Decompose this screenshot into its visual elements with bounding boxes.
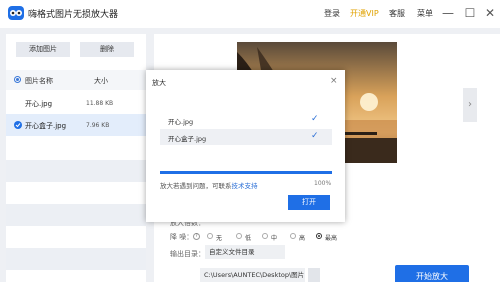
denoise-option: 最高: [325, 235, 338, 242]
file-row[interactable]: 开心.jpg 11.88 KB: [6, 92, 146, 114]
next-image-button[interactable]: ›: [463, 88, 477, 122]
tech-support-link[interactable]: 技术支持: [232, 182, 258, 190]
file-list-panel: 添加图片 删除 图片名称 大小 开心.jpg 11.88 KB 开心盒子.jpg…: [6, 34, 146, 282]
check-icon: ✓: [311, 114, 319, 124]
progress-percent: 100%: [314, 180, 332, 187]
dialog-list-item: 开心.jpg ✓: [160, 112, 332, 128]
app-title: 嗨格式图片无损放大器: [28, 10, 119, 20]
title-bar: 嗨格式图片无损放大器 登录 开通VIP 客服 菜单 — ☐ ✕: [0, 0, 500, 28]
denoise-radio-none[interactable]: [207, 233, 213, 239]
menu-link[interactable]: 菜单: [417, 8, 433, 19]
denoise-option: 高: [299, 235, 306, 242]
denoise-option: 无: [216, 235, 223, 242]
output-path-field[interactable]: C:\Users\AUNTEC\Desktop\图片\: [200, 268, 305, 282]
file-name: 开心盒子.jpg: [25, 122, 67, 130]
dialog-file-name: 开心盒子.jpg: [168, 135, 207, 143]
start-enlarge-button[interactable]: 开始放大: [395, 265, 469, 282]
enlarge-dialog: 放大 × 开心.jpg ✓ 开心盒子.jpg ✓ 放大若遇到问题，可联系技术支持…: [146, 70, 345, 222]
maximize-icon[interactable]: ☐: [462, 5, 478, 21]
browse-button[interactable]: [308, 268, 320, 282]
denoise-radio-high[interactable]: [290, 233, 296, 239]
denoise-radio-mid[interactable]: [262, 233, 268, 239]
select-all-radio[interactable]: [14, 76, 21, 83]
dialog-list-item: 开心盒子.jpg ✓: [160, 129, 332, 145]
denoise-label: 降 噪：: [170, 233, 194, 241]
message-text: 放大若遇到问题，可联系: [160, 182, 232, 190]
close-icon[interactable]: ✕: [482, 5, 498, 21]
denoise-radio-max[interactable]: [316, 233, 322, 239]
file-size: 11.88 KB: [86, 100, 114, 107]
column-name: 图片名称: [25, 77, 53, 85]
minimize-icon[interactable]: —: [440, 5, 456, 21]
progress-bar: [160, 171, 332, 174]
file-row[interactable]: 开心盒子.jpg 7.96 KB: [6, 114, 146, 136]
check-icon: ✓: [311, 131, 319, 141]
add-image-button[interactable]: 添加图片: [16, 42, 70, 57]
file-name: 开心.jpg: [25, 100, 53, 108]
dialog-close-icon[interactable]: ×: [330, 76, 338, 86]
vip-link[interactable]: 开通VIP: [350, 8, 379, 19]
dialog-message: 放大若遇到问题，可联系技术支持: [160, 180, 258, 190]
empty-row: [6, 160, 146, 182]
empty-row: [6, 204, 146, 226]
progress-fill: [160, 171, 332, 174]
delete-button[interactable]: 删除: [80, 42, 134, 57]
output-label: 输出目录：: [170, 250, 205, 258]
login-link[interactable]: 登录: [324, 8, 340, 19]
open-button[interactable]: 打开: [288, 195, 330, 210]
file-size: 7.96 KB: [86, 122, 110, 129]
service-link[interactable]: 客服: [389, 8, 405, 19]
empty-row: [6, 248, 146, 270]
file-list-header: 图片名称 大小: [6, 70, 146, 90]
denoise-option: 中: [271, 235, 278, 242]
column-size: 大小: [94, 77, 108, 85]
dialog-file-name: 开心.jpg: [168, 118, 194, 126]
custom-dir-select[interactable]: 自定义文件目录: [205, 245, 285, 259]
denoise-option: 低: [245, 235, 252, 242]
checked-circle-icon[interactable]: [14, 121, 22, 129]
help-icon[interactable]: ?: [193, 233, 200, 240]
dialog-title: 放大: [152, 79, 166, 87]
owl-logo-icon: [8, 6, 24, 20]
denoise-radio-low[interactable]: [236, 233, 242, 239]
